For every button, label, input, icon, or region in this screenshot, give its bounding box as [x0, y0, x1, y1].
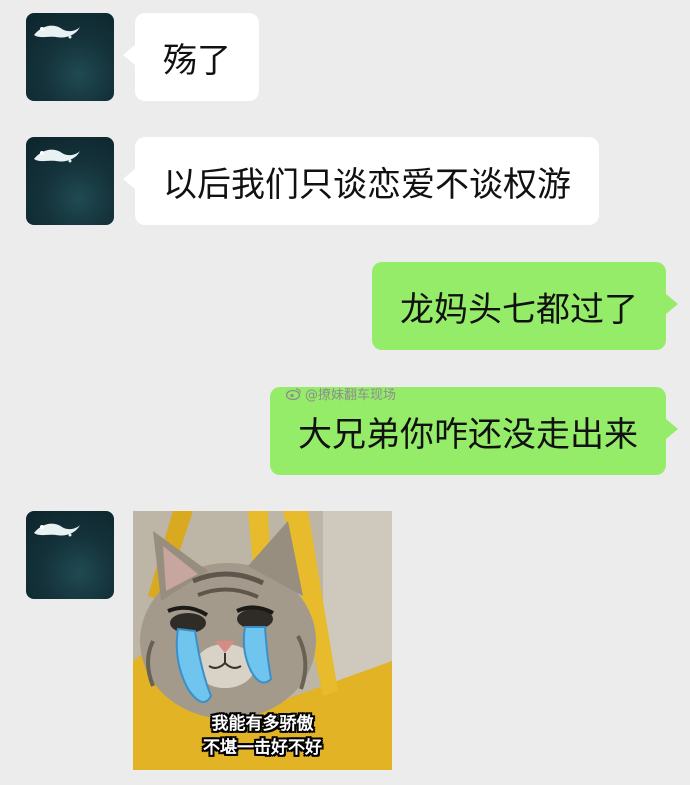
message-text: 大兄弟你咋还没走出来 [298, 414, 638, 455]
wave-splash-icon [34, 149, 80, 163]
message-text: 以后我们只谈恋爱不谈权游 [163, 164, 571, 205]
wave-splash-icon [34, 25, 80, 39]
sticker-message[interactable]: 我能有多骄傲 不堪一击好不好 [133, 511, 392, 770]
wave-splash-icon [34, 523, 80, 537]
weibo-icon [286, 388, 302, 400]
watermark-text: @撩妹翻车现场 [305, 388, 397, 403]
contact-avatar[interactable] [26, 511, 114, 599]
sticker-caption: 我能有多骄傲 不堪一击好不好 [133, 712, 392, 760]
received-message-bubble[interactable]: 以后我们只谈恋爱不谈权游 [123, 137, 599, 225]
watermark: @撩妹翻车现场 [286, 384, 396, 403]
message-text: 龙妈头七都过了 [400, 289, 638, 330]
message-text: 殇了 [163, 40, 231, 81]
contact-avatar[interactable] [26, 137, 114, 225]
caption-line-2: 不堪一击好不好 [203, 738, 322, 758]
caption-line-1: 我能有多骄傲 [211, 714, 314, 734]
sent-message-bubble[interactable]: 龙妈头七都过了 [372, 262, 678, 350]
received-message-bubble[interactable]: 殇了 [123, 13, 259, 101]
contact-avatar[interactable] [26, 13, 114, 101]
